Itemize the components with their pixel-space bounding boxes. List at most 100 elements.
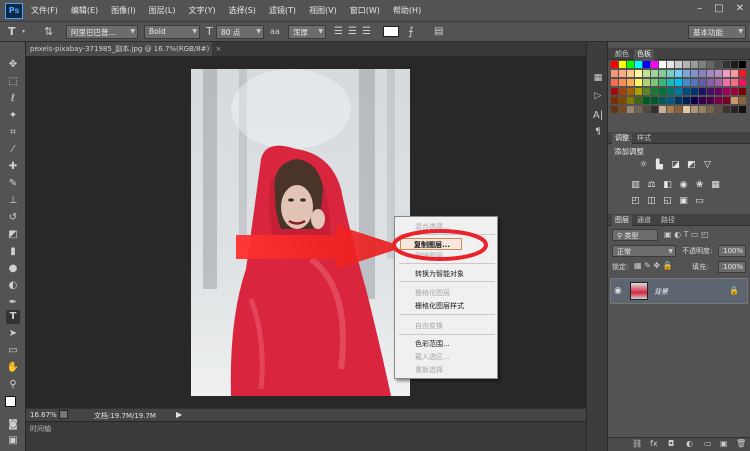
color-swatch[interactable] <box>659 79 666 86</box>
color-swatch[interactable] <box>739 97 746 104</box>
new-layer-icon[interactable]: ▣ <box>720 439 728 448</box>
color-swatch[interactable] <box>691 61 698 68</box>
color-swatch[interactable] <box>739 79 746 86</box>
tool-preset-dropdown-icon[interactable]: ▾ <box>22 28 25 42</box>
color-swatch[interactable] <box>651 97 658 104</box>
color-swatch[interactable] <box>659 61 666 68</box>
ctx-color-range[interactable]: 色彩范围... <box>415 339 450 349</box>
menu-file[interactable]: 文件(F) <box>31 5 58 16</box>
tab-layers[interactable]: 图层 <box>612 215 632 226</box>
antialias-select[interactable]: 浑厚 ▼ <box>288 25 326 39</box>
color-swatch[interactable] <box>643 106 650 113</box>
color-swatch[interactable] <box>627 97 634 104</box>
color-swatch[interactable] <box>683 88 690 95</box>
marquee-tool-icon[interactable]: ⬚ <box>6 75 20 89</box>
color-swatch[interactable] <box>651 106 658 113</box>
color-balance-icon[interactable]: ⚖ <box>646 180 657 190</box>
menu-view[interactable]: 视图(V) <box>309 5 337 16</box>
tab-paths[interactable]: 路径 <box>658 215 678 226</box>
eyedropper-tool-icon[interactable]: ⁄ <box>6 143 20 157</box>
maximize-button[interactable]: □ <box>714 3 723 14</box>
color-swatch[interactable] <box>667 61 674 68</box>
align-center-icon[interactable]: ☰ <box>348 25 357 39</box>
gradient-tool-icon[interactable]: ▮ <box>6 245 20 259</box>
crop-tool-icon[interactable]: ⌗ <box>6 126 20 140</box>
path-selection-tool-icon[interactable]: ➤ <box>6 327 20 341</box>
color-swatch[interactable] <box>699 97 706 104</box>
status-info-icon[interactable] <box>59 410 68 419</box>
status-menu-arrow-icon[interactable]: ▶ <box>176 410 182 419</box>
color-swatch[interactable] <box>707 70 714 77</box>
color-swatch[interactable] <box>739 70 746 77</box>
posterize-icon[interactable]: ◫ <box>646 196 657 206</box>
color-swatch[interactable] <box>715 70 722 77</box>
dodge-tool-icon[interactable]: ◐ <box>6 279 20 293</box>
color-swatch[interactable] <box>691 97 698 104</box>
color-swatch[interactable] <box>691 79 698 86</box>
trash-icon[interactable]: 🗑 <box>736 439 746 448</box>
color-swatch[interactable] <box>691 70 698 77</box>
color-swatch[interactable] <box>667 88 674 95</box>
ctx-rasterize-layer-style[interactable]: 栅格化图层样式 <box>415 301 464 311</box>
fx-icon[interactable]: fx <box>650 439 658 448</box>
color-swatch[interactable] <box>707 97 714 104</box>
color-swatch[interactable] <box>731 97 738 104</box>
visibility-eye-icon[interactable]: ◉ <box>614 286 622 296</box>
color-swatch[interactable] <box>715 106 722 113</box>
magic-wand-tool-icon[interactable]: ✦ <box>6 109 20 123</box>
move-tool-icon[interactable]: ✥ <box>6 58 20 72</box>
color-swatch[interactable] <box>619 88 626 95</box>
color-swatch[interactable] <box>627 106 634 113</box>
paragraph-panel-icon[interactable]: ¶ <box>591 126 605 138</box>
color-swatch[interactable] <box>635 70 642 77</box>
link-layers-icon[interactable]: ⛓ <box>632 439 642 448</box>
color-swatch[interactable] <box>707 79 714 86</box>
color-swatch[interactable] <box>635 88 642 95</box>
zoom-level[interactable]: 16.67% <box>30 411 57 419</box>
color-swatch[interactable] <box>739 106 746 113</box>
color-swatch[interactable] <box>611 79 618 86</box>
color-swatch[interactable] <box>699 88 706 95</box>
color-swatch[interactable] <box>651 61 658 68</box>
vibrance-icon[interactable]: ▽ <box>702 160 713 170</box>
color-swatch[interactable] <box>659 70 666 77</box>
adjustment-layer-icon[interactable]: ◐ <box>686 439 693 448</box>
text-orientation-icon[interactable]: ⇅ <box>44 25 53 39</box>
color-swatch[interactable] <box>683 70 690 77</box>
character-panel-icon[interactable]: ▤ <box>434 25 443 39</box>
color-swatch[interactable] <box>659 106 666 113</box>
color-swatch[interactable] <box>643 79 650 86</box>
healing-brush-tool-icon[interactable]: ✚ <box>6 160 20 174</box>
channel-mixer-icon[interactable]: ❀ <box>694 180 705 190</box>
curves-icon[interactable]: ◪ <box>670 160 681 170</box>
shape-tool-icon[interactable]: ▭ <box>6 344 20 358</box>
color-swatch[interactable] <box>723 61 730 68</box>
zoom-tool-icon[interactable]: ⚲ <box>6 378 20 392</box>
text-tool-icon[interactable]: T <box>8 25 16 39</box>
color-swatch[interactable] <box>675 61 682 68</box>
color-swatch[interactable] <box>635 106 642 113</box>
lasso-tool-icon[interactable]: ℓ <box>6 92 20 106</box>
color-swatch[interactable] <box>683 97 690 104</box>
color-swatch[interactable] <box>667 97 674 104</box>
color-swatch[interactable] <box>643 97 650 104</box>
screen-mode-icon[interactable]: ▣ <box>6 434 20 448</box>
color-swatch[interactable] <box>611 61 618 68</box>
hue-saturation-icon[interactable]: ▥ <box>630 180 641 190</box>
color-swatch[interactable] <box>619 70 626 77</box>
color-swatch[interactable] <box>715 79 722 86</box>
color-swatch[interactable] <box>723 88 730 95</box>
color-swatch[interactable] <box>651 79 658 86</box>
exposure-icon[interactable]: ◩ <box>686 160 697 170</box>
color-swatch[interactable] <box>675 106 682 113</box>
color-swatch[interactable] <box>739 88 746 95</box>
quick-mask-icon[interactable]: ◙ <box>6 418 20 432</box>
history-brush-tool-icon[interactable]: ↺ <box>6 211 20 225</box>
color-swatch[interactable] <box>731 88 738 95</box>
text-color-swatch[interactable] <box>383 26 399 37</box>
add-mask-icon[interactable]: ◘ <box>668 439 674 448</box>
color-swatch[interactable] <box>675 70 682 77</box>
invert-icon[interactable]: ◰ <box>630 196 641 206</box>
color-swatch[interactable] <box>667 106 674 113</box>
ctx-convert-smart-object[interactable]: 转换为智能对象 <box>415 269 464 279</box>
